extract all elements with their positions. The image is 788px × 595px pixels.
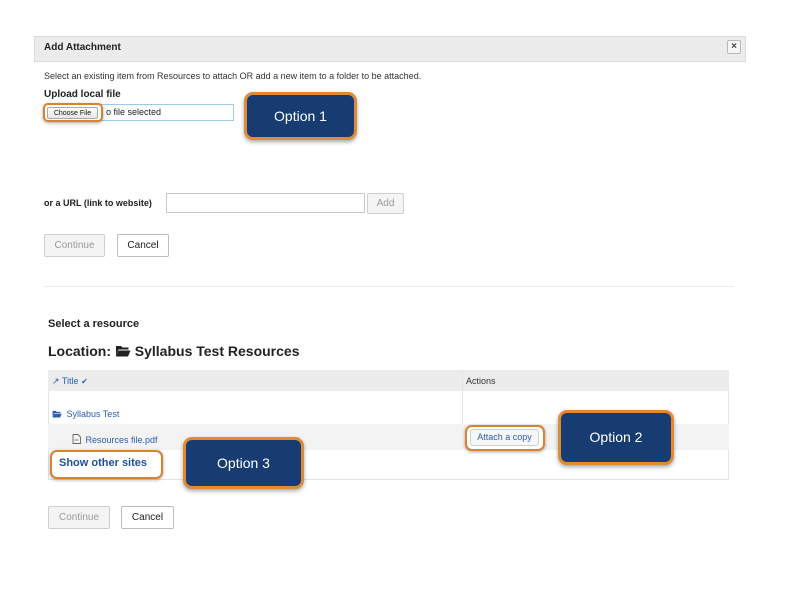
upload-local-file-label: Upload local file [44, 89, 121, 100]
close-button[interactable]: × [727, 40, 741, 54]
table-row: Syllabus Test [52, 404, 119, 422]
location-name: Syllabus Test Resources [134, 343, 300, 359]
url-label: or a URL (link to website) [44, 198, 152, 208]
file-link[interactable]: Resources file.pdf [85, 435, 157, 445]
location-heading: Location: Syllabus Test Resources [48, 343, 299, 359]
location-prefix: Location: [48, 343, 111, 359]
folder-open-icon [115, 346, 131, 357]
title-column-header[interactable]: ↗ Title ✔ [52, 376, 88, 387]
section-divider [44, 286, 734, 287]
attach-copy-button[interactable]: Attach a copy [470, 429, 539, 446]
actions-column-header: Actions [466, 376, 496, 386]
select-resource-heading: Select a resource [48, 318, 140, 330]
cancel-button-top[interactable]: Cancel [117, 234, 169, 257]
url-input[interactable] [166, 193, 365, 213]
cancel-button-bottom[interactable]: Cancel [121, 506, 174, 529]
sort-expand-icon: ↗ [52, 376, 60, 386]
show-other-sites-link[interactable]: Show other sites [59, 457, 147, 469]
continue-button-bottom[interactable]: Continue [48, 506, 110, 529]
callout-option-2: Option 2 [558, 410, 674, 465]
chevron-down-icon: ✔ [81, 377, 88, 386]
add-url-button[interactable]: Add [367, 193, 404, 214]
title-header-label: Title [61, 376, 79, 386]
choose-file-button[interactable]: Choose File [47, 107, 98, 119]
callout-option-1: Option 1 [244, 92, 357, 140]
folder-link[interactable]: Syllabus Test [66, 409, 119, 419]
file-status-text: o file selected [106, 107, 162, 117]
dialog-title: Add Attachment [44, 42, 121, 53]
table-row: Resources file.pdf [72, 430, 158, 448]
table-header [48, 370, 729, 391]
continue-button-top[interactable]: Continue [44, 234, 105, 257]
callout-option-3: Option 3 [183, 437, 304, 489]
instructions-text: Select an existing item from Resources t… [44, 71, 422, 81]
folder-open-icon [52, 410, 62, 418]
dialog-titlebar [34, 36, 746, 62]
pdf-file-icon [72, 434, 81, 444]
